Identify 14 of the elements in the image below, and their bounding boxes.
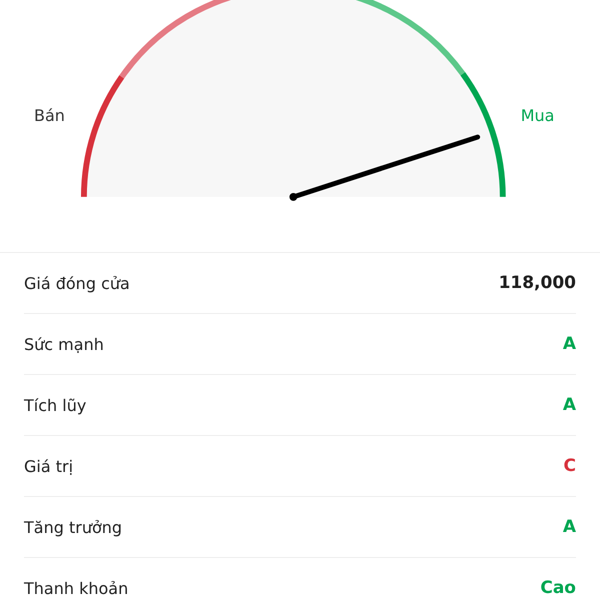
- metric-value: A: [562, 517, 576, 537]
- metric-value: C: [564, 456, 576, 476]
- metric-label: Tích lũy: [24, 396, 86, 414]
- metric-value: Cao: [540, 578, 576, 598]
- metric-label: Giá trị: [24, 456, 74, 476]
- sell-label: Bán: [33, 106, 66, 125]
- buy-label: Mua: [520, 106, 556, 125]
- metric-value: A: [562, 334, 576, 354]
- metric-value: A: [562, 395, 576, 415]
- metric-label: Thanh khoản: [24, 578, 128, 598]
- metric-value: 118,000: [498, 273, 576, 293]
- metric-label: Tăng trưởng: [24, 518, 122, 536]
- metric-label: Giá đóng cửa: [24, 274, 130, 292]
- metric-label: Sức mạnh: [24, 334, 104, 354]
